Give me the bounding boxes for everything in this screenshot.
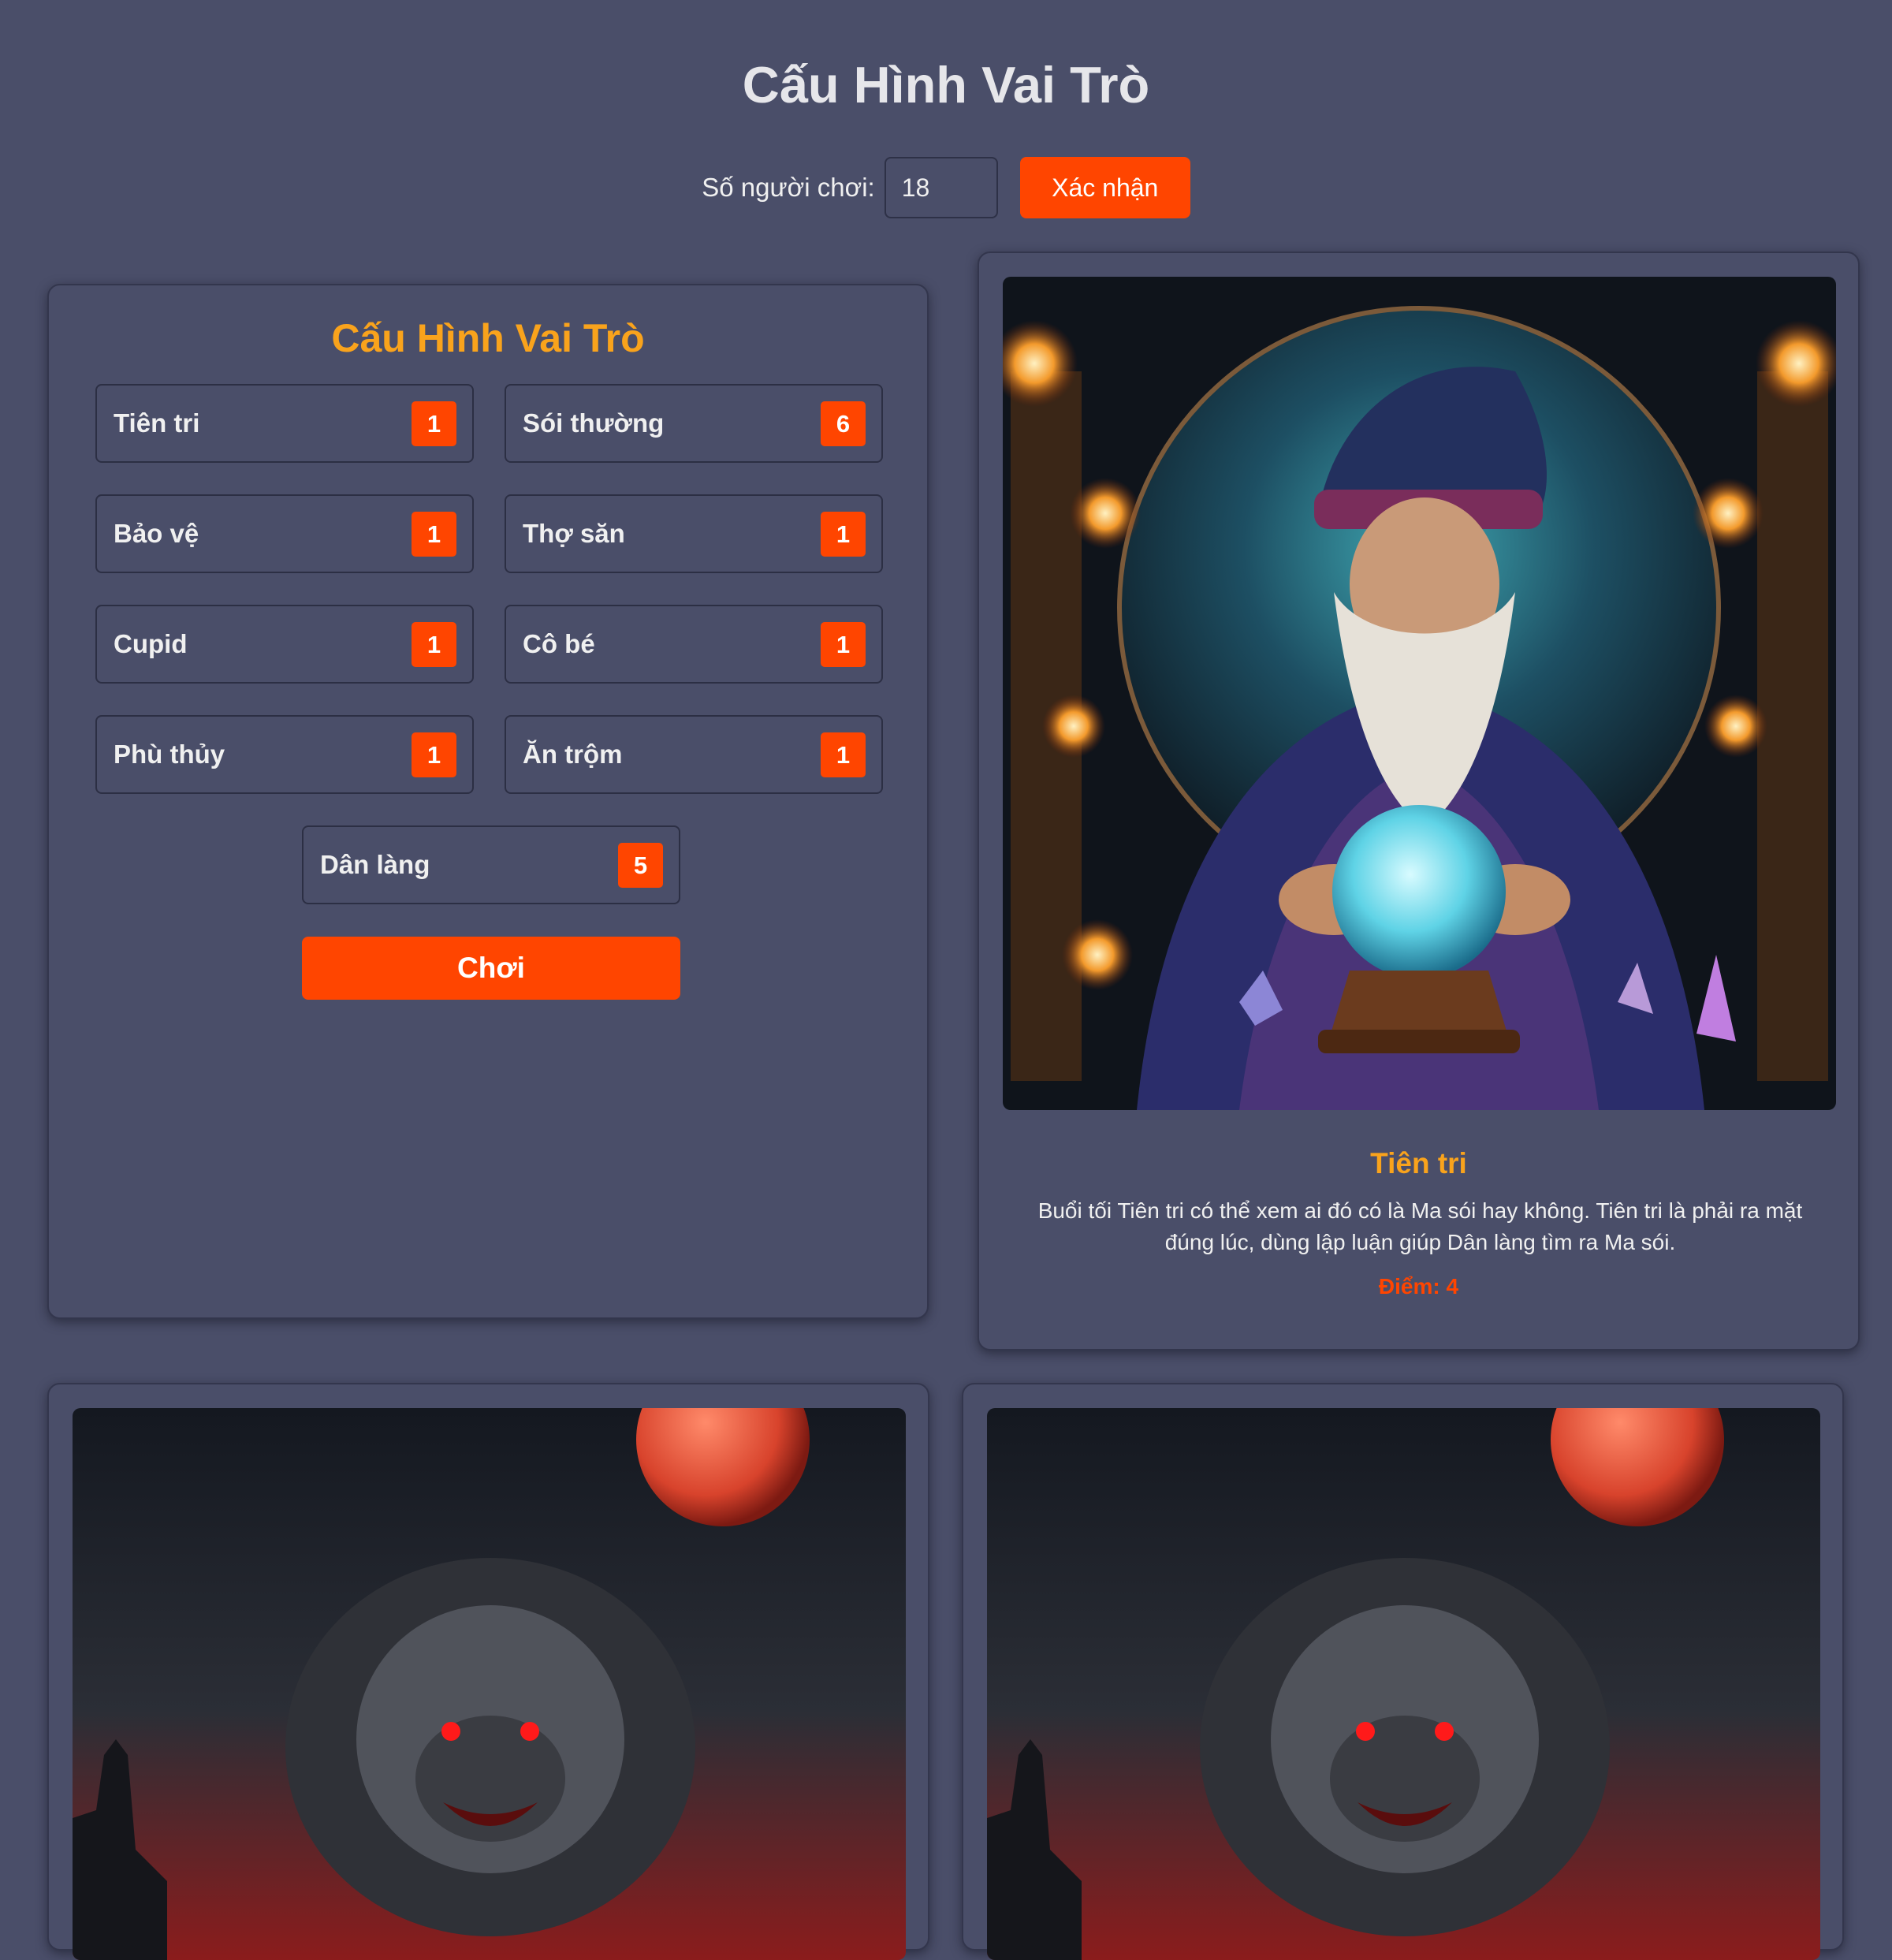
werewolf-image [987,1408,1820,1960]
role-count-badge: 1 [821,732,866,777]
role-name: Dân làng [320,850,430,879]
role-name: Tiên tri [114,408,200,438]
role-card-tho-san[interactable]: Thợ săn 1 [505,494,883,573]
role-card-panel [962,1383,1844,1960]
role-card-phu-thuy[interactable]: Phù thủy 1 [95,715,474,794]
role-count-badge: 1 [412,512,456,557]
page-title: Cấu Hình Vai Trò [742,56,1150,114]
role-name: Ăn trộm [523,740,623,769]
role-name: Cupid [114,629,188,658]
role-card-cupid[interactable]: Cupid 1 [95,605,474,684]
role-name: Bảo vệ [114,519,199,548]
role-card-dan-lang[interactable]: Dân làng 5 [302,825,680,904]
detail-description: Buổi tối Tiên tri có thể xem ai đó có là… [1037,1198,1803,1254]
confirm-button[interactable]: Xác nhận [1019,157,1190,218]
role-count-badge: 1 [412,732,456,777]
player-count-label: Số người chơi: [702,173,875,202]
role-card-tien-tri[interactable]: Tiên tri 1 [95,384,474,463]
detail-score: Điểm: 4 [1378,1274,1459,1299]
role-count-badge: 1 [821,622,866,667]
werewolf-image [73,1408,906,1960]
play-button[interactable]: Chơi [302,937,680,1000]
detail-role-name: Tiên tri [1370,1147,1467,1179]
role-card-co-be[interactable]: Cô bé 1 [505,605,883,684]
config-title: Cấu Hình Vai Trò [331,316,645,360]
role-name: Cô bé [523,629,595,658]
role-count-badge: 5 [618,843,663,888]
role-config-panel: Cấu Hình Vai Trò Tiên tri 1 Sói thường 6… [47,284,929,1319]
role-name: Sói thường [523,408,665,438]
player-count-row: Số người chơi: Xác nhận [0,157,1892,218]
role-count-badge: 1 [821,512,866,557]
role-detail-panel: Tiên tri Buổi tối Tiên tri có thể xem ai… [978,252,1860,1351]
role-name: Phù thủy [114,740,225,769]
role-count-badge: 1 [412,622,456,667]
role-card-bao-ve[interactable]: Bảo vệ 1 [95,494,474,573]
player-count-input[interactable] [884,157,998,218]
role-card-an-trom[interactable]: Ăn trộm 1 [505,715,883,794]
seer-wizard-image [1003,277,1836,1110]
role-name: Thợ săn [523,519,625,548]
role-card-soi-thuong[interactable]: Sói thường 6 [505,384,883,463]
role-card-panel [47,1383,929,1960]
role-count-badge: 6 [821,401,866,446]
role-count-badge: 1 [412,401,456,446]
